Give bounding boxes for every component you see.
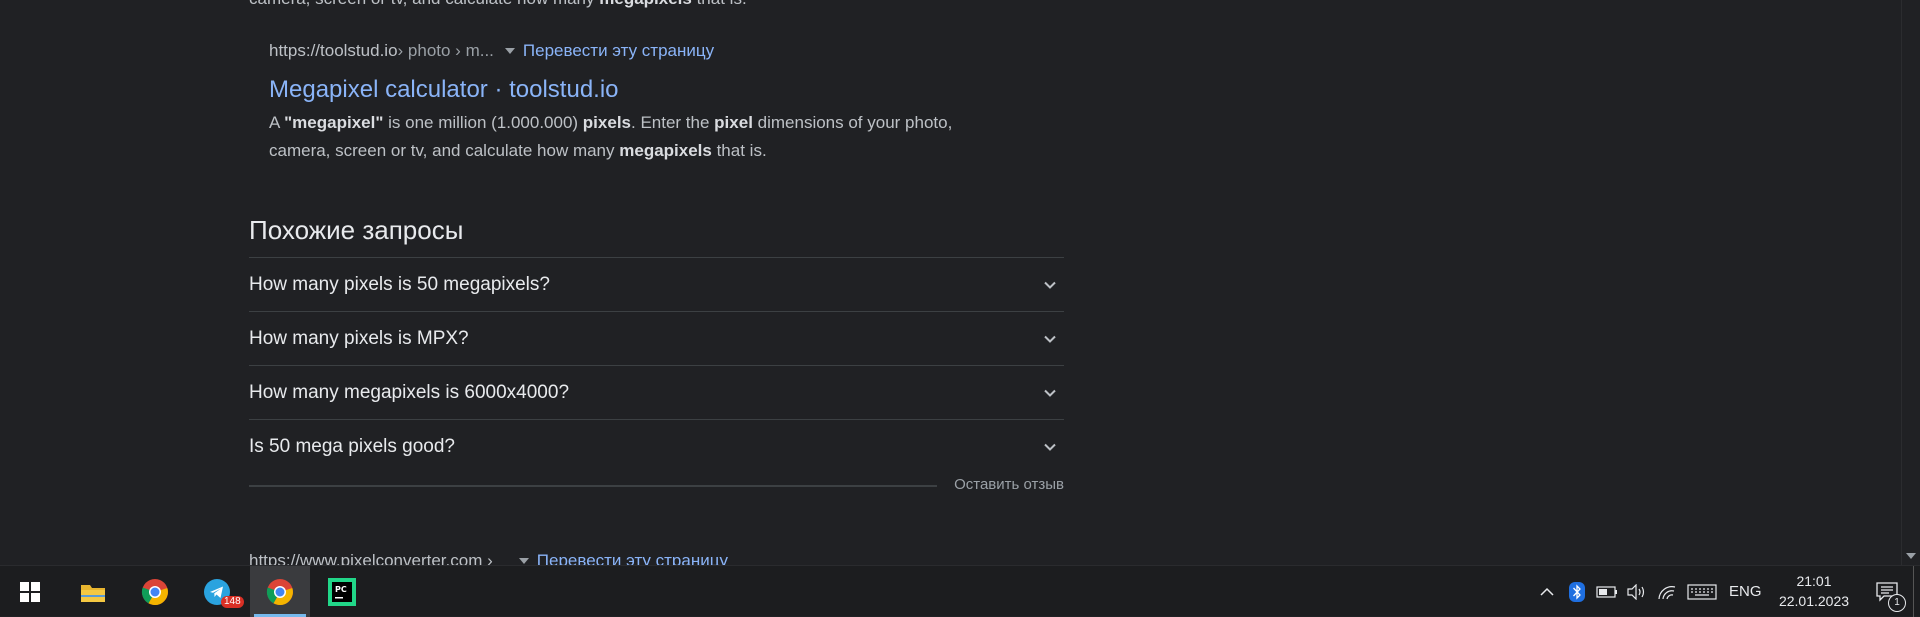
snippet-text: is one million (1.000.000): [383, 113, 583, 132]
next-result-cite: https://www.pixelconverter.com › Перевес…: [249, 551, 728, 565]
touch-keyboard-button[interactable]: [1682, 566, 1722, 617]
show-desktop-button[interactable]: [1913, 566, 1920, 617]
result-url[interactable]: https://www.pixelconverter.com ›: [249, 551, 493, 565]
chrome-icon: [266, 578, 293, 605]
snippet-bold: pixel: [714, 113, 753, 132]
telegram-button[interactable]: 148: [187, 566, 247, 617]
taskbar: 148 PC ENG 21:01 22.01.2023 1: [0, 565, 1920, 617]
feedback-link[interactable]: Оставить отзыв: [954, 476, 1064, 493]
clock-date: 22.01.2023: [1778, 593, 1850, 609]
translate-page-link[interactable]: Перевести эту страницу: [537, 551, 728, 565]
vertical-scrollbar[interactable]: [1901, 0, 1920, 565]
related-question-text: How many pixels is MPX?: [249, 327, 469, 349]
result-title-link[interactable]: Megapixel calculator · toolstud.io: [269, 75, 1029, 105]
system-tray: [1532, 566, 1722, 617]
feedback-row: Оставить отзыв: [249, 473, 1064, 497]
bluetooth-tray-button[interactable]: [1562, 566, 1592, 617]
clock-time: 21:01: [1796, 573, 1832, 589]
folder-icon: [81, 584, 105, 602]
snippet-bold: megapixels: [599, 0, 692, 8]
wifi-icon: [1658, 585, 1676, 599]
chevron-down-icon: [1044, 335, 1056, 343]
dropdown-arrow-icon[interactable]: [518, 558, 529, 564]
svg-text:PC: PC: [335, 585, 347, 594]
battery-icon: [1596, 585, 1617, 598]
related-searches: Похожие запросы How many pixels is 50 me…: [249, 213, 1064, 497]
snippet-bold: "megapixel": [284, 113, 384, 132]
divider: [249, 485, 937, 487]
related-question-text: How many megapixels is 6000x4000?: [249, 381, 570, 403]
pycharm-button[interactable]: PC: [312, 566, 372, 617]
network-tray-button[interactable]: [1652, 566, 1682, 617]
result-snippet: A "megapixel" is one million (1.000.000)…: [269, 109, 1009, 165]
action-center-button[interactable]: 1: [1862, 566, 1912, 617]
language-indicator[interactable]: ENG: [1729, 566, 1762, 617]
result-cite: https://toolstud.io › photo › m... Перев…: [269, 40, 1029, 62]
file-explorer-button[interactable]: [63, 566, 123, 617]
scroll-down-arrow-icon[interactable]: [1906, 553, 1916, 559]
related-question-item[interactable]: How many pixels is MPX?: [249, 311, 1064, 365]
clock[interactable]: 21:01 22.01.2023: [1770, 571, 1858, 611]
snippet-text: camera, screen or tv, and calculate how …: [269, 141, 620, 160]
chrome-icon: [141, 578, 168, 605]
snippet-bold: megapixels: [619, 141, 712, 160]
snippet-bold: pixels: [582, 113, 631, 132]
related-question-item[interactable]: How many pixels is 50 megapixels?: [249, 257, 1064, 311]
snippet-text: that is.: [692, 0, 747, 8]
related-question-text: Is 50 mega pixels good?: [249, 435, 455, 457]
windows-icon: [20, 581, 40, 602]
result-path: › photo › m...: [397, 41, 494, 60]
search-result: https://toolstud.io › photo › m... Перев…: [269, 40, 1029, 165]
browser-viewport: camera, screen or tv, and calculate how …: [0, 0, 1901, 565]
notification-badge: 148: [221, 596, 244, 608]
related-question-item[interactable]: Is 50 mega pixels good?: [249, 419, 1064, 473]
chevron-down-icon: [1044, 281, 1056, 289]
volume-tray-button[interactable]: [1622, 566, 1652, 617]
previous-result-snippet: camera, screen or tv, and calculate how …: [249, 0, 747, 9]
speaker-icon: [1627, 583, 1645, 600]
battery-tray-button[interactable]: [1592, 566, 1622, 617]
snippet-text: that is.: [711, 141, 767, 160]
related-question-text: How many pixels is 50 megapixels?: [249, 273, 550, 295]
translate-page-link[interactable]: Перевести эту страницу: [523, 41, 714, 61]
snippet-text: dimensions of your photo,: [752, 113, 953, 132]
keyboard-icon: [1687, 583, 1717, 600]
start-button[interactable]: [0, 566, 60, 617]
show-hidden-icons-button[interactable]: [1532, 566, 1562, 617]
related-question-item[interactable]: How many megapixels is 6000x4000?: [249, 365, 1064, 419]
snippet-text: A: [269, 113, 285, 132]
snippet-text: camera, screen or tv, and calculate how …: [249, 0, 599, 8]
bluetooth-icon: [1569, 581, 1585, 602]
related-searches-heading: Похожие запросы: [249, 215, 464, 245]
chevron-down-icon: [1044, 443, 1056, 451]
notification-count-badge: 1: [1888, 594, 1906, 612]
pycharm-icon: PC: [328, 577, 356, 606]
dropdown-arrow-icon[interactable]: [504, 48, 515, 54]
result-url[interactable]: https://toolstud.io: [269, 41, 398, 61]
snippet-text: . Enter the: [631, 113, 715, 132]
chrome-button[interactable]: [125, 566, 185, 617]
chrome-active-button[interactable]: [250, 566, 310, 617]
chevron-up-icon: [1540, 587, 1554, 596]
chevron-down-icon: [1044, 389, 1056, 397]
